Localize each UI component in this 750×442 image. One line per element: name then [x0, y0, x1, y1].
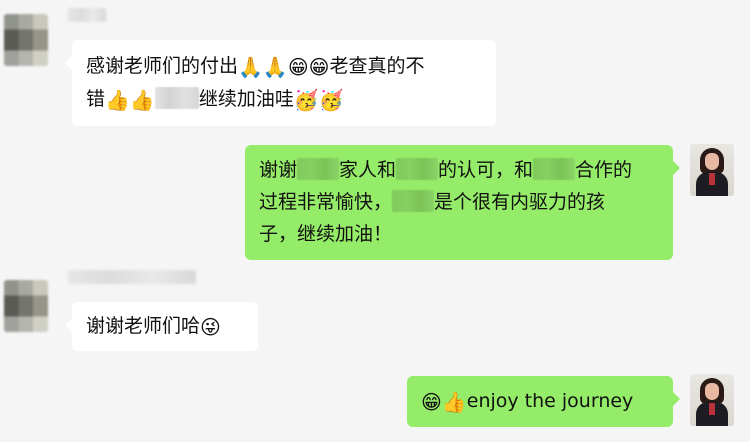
avatar-shirt [709, 173, 715, 185]
user-avatar[interactable] [690, 144, 734, 196]
avatar-face [705, 383, 719, 400]
message-text-line: 谢谢 家人和 的认可，和 合作的 [259, 154, 659, 186]
message-text: 过程非常愉快， [259, 191, 393, 213]
sender-name [68, 270, 196, 284]
message-text: 老查真的不 [329, 55, 425, 77]
message-bubble-outgoing[interactable]: 😁👍enjoy the journey [407, 376, 680, 427]
thumbs-up-icon: 👍👍 [105, 88, 155, 112]
emoji-icon: 😁👍 [421, 390, 467, 414]
message-text: 继续加油哇 [198, 88, 294, 110]
message-text: 合作的 [575, 159, 633, 181]
message-text: 感谢老师们的付出 [86, 55, 239, 77]
redacted-name [297, 158, 340, 180]
message-text: 谢谢 [259, 159, 298, 181]
redacted-name [154, 87, 199, 109]
sender-name [68, 8, 106, 22]
message-text-line: 错👍👍 继续加油哇🥳🥳 [86, 83, 482, 116]
user-avatar[interactable] [690, 374, 734, 426]
message-text: enjoy the journey [466, 390, 634, 412]
redacted-name [392, 190, 435, 212]
emoji-icon: 🙏🙏😁😁 [238, 55, 330, 79]
redacted-name [533, 158, 576, 180]
contact-avatar[interactable] [4, 280, 48, 332]
message-bubble-incoming[interactable]: 感谢老师们的付出🙏🙏😁😁老查真的不 错👍👍 继续加油哇🥳🥳 [65, 40, 496, 126]
party-face-icon: 🥳🥳 [293, 88, 344, 112]
avatar-shirt [709, 403, 715, 415]
message-text-line: 子，继续加油！ [259, 218, 659, 250]
redacted-name [396, 158, 439, 180]
message-text: 子，继续加油！ [259, 223, 393, 245]
message-bubble-incoming[interactable]: 谢谢老师们哈😜 [65, 302, 258, 351]
message-text-line: 感谢老师们的付出🙏🙏😁😁老查真的不 [86, 50, 482, 83]
message-text: 家人和 [339, 159, 397, 181]
message-text: 是个很有内驱力的孩 [434, 191, 606, 213]
contact-avatar[interactable] [4, 14, 48, 66]
winking-face-icon: 😜 [200, 315, 221, 339]
message-text: 错 [86, 88, 106, 110]
avatar-face [705, 153, 719, 170]
message-text: 谢谢老师们哈 [86, 315, 201, 337]
message-text-line: 过程非常愉快， 是个很有内驱力的孩 [259, 186, 659, 218]
message-text: 的认可，和 [438, 159, 534, 181]
message-bubble-outgoing[interactable]: 谢谢 家人和 的认可，和 合作的 过程非常愉快， 是个很有内驱力的孩 子，继续加油！ [245, 145, 680, 260]
